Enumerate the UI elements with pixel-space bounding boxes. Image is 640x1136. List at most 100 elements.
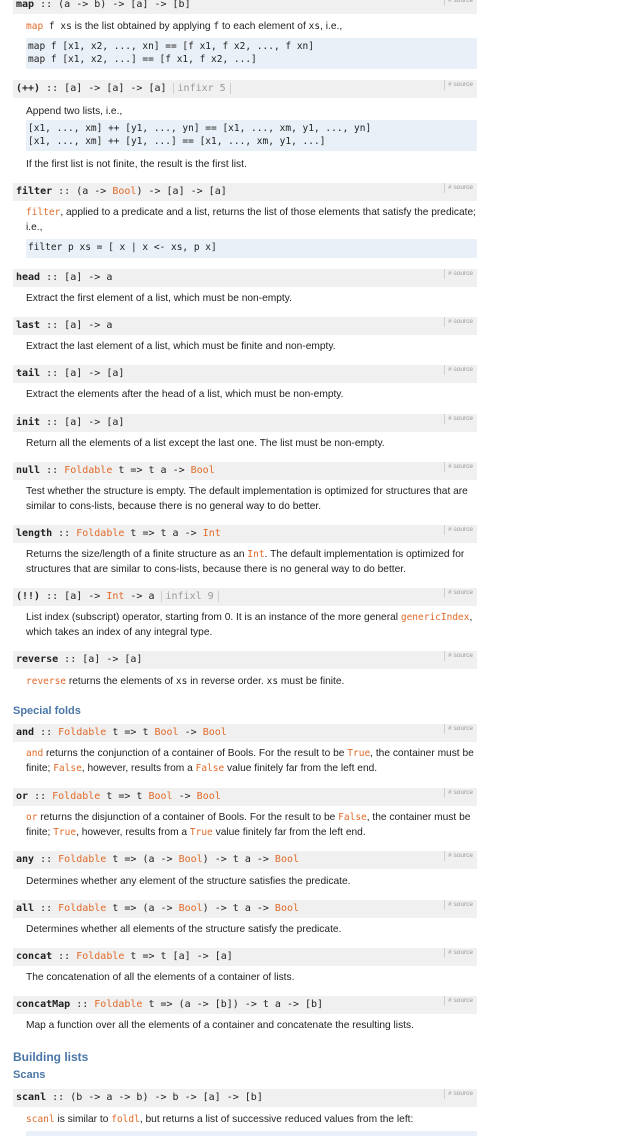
source-link[interactable]: # source xyxy=(444,525,473,535)
last-signature: last :: [a] -> a # source xyxy=(13,317,477,335)
concat-signature: concat :: Foldable t => t [a] -> [a] # so… xyxy=(13,948,477,966)
function-name[interactable]: length xyxy=(16,528,52,539)
and-signature: and :: Foldable t => t Bool -> Bool # sou… xyxy=(13,724,477,742)
or-signature: or :: Foldable t => t Bool -> Bool # sour… xyxy=(13,788,477,806)
function-name[interactable]: scanl xyxy=(16,1092,46,1103)
type-link[interactable]: Bool xyxy=(197,791,221,802)
type-link[interactable]: Foldable xyxy=(58,854,106,865)
int-link[interactable]: Int xyxy=(247,549,264,560)
scanl-signature: scanl :: (b -> a -> b) -> b -> [a] -> [b… xyxy=(13,1089,477,1107)
type-link[interactable]: Bool xyxy=(203,727,227,738)
filter-link[interactable]: filter xyxy=(26,207,60,218)
tail-signature: tail :: [a] -> [a] # source xyxy=(13,365,477,383)
source-link[interactable]: # source xyxy=(444,317,473,327)
function-name[interactable]: filter xyxy=(16,186,52,197)
type-link[interactable]: Foldable xyxy=(58,903,106,914)
function-name[interactable]: (++) xyxy=(16,83,40,94)
source-link[interactable]: # source xyxy=(444,788,473,798)
append-code-example: [x1, ..., xm] ++ [y1, ..., yn] == [x1, .… xyxy=(26,120,477,151)
type-link[interactable]: Bool xyxy=(179,854,203,865)
source-link[interactable]: # source xyxy=(444,651,473,661)
source-link[interactable]: # source xyxy=(444,588,473,598)
function-name[interactable]: and xyxy=(16,727,34,738)
map-code-example: map f [x1, x2, ..., xn] == [f x1, f x2, … xyxy=(26,38,477,69)
any-description: Determines whether any element of the st… xyxy=(26,876,351,887)
section-heading-building-lists: Building lists xyxy=(13,1050,89,1064)
function-name[interactable]: null xyxy=(16,465,40,476)
and-description: and returns the conjunction of a contain… xyxy=(26,748,474,774)
type-link[interactable]: Bool xyxy=(275,903,299,914)
section-heading-special-folds: Special folds xyxy=(13,705,81,717)
scanl-code-example xyxy=(26,1131,477,1136)
type-link[interactable]: Bool xyxy=(191,465,215,476)
source-link[interactable]: # source xyxy=(444,851,473,861)
head-description: Extract the first element of a list, whi… xyxy=(26,293,292,304)
null-description: Test whether the structure is empty. The… xyxy=(26,486,468,512)
length-description: Returns the size/length of a finite stru… xyxy=(26,549,465,575)
section-heading-scans: Scans xyxy=(13,1069,46,1081)
reverse-description: reverse returns the elements of xs in re… xyxy=(26,676,345,687)
filter-signature: filter :: (a -> Bool) -> [a] -> [a] # sou… xyxy=(13,183,477,201)
length-signature: length :: Foldable t => t a -> Int # sour… xyxy=(13,525,477,543)
scanl-link[interactable]: scanl xyxy=(26,1114,55,1125)
genericindex-link[interactable]: genericIndex xyxy=(401,612,470,623)
or-description: or returns the disjunction of a containe… xyxy=(26,812,471,838)
source-link[interactable]: # source xyxy=(444,948,473,958)
concatmap-description: Map a function over all the elements of … xyxy=(26,1020,414,1031)
type-link[interactable]: Bool xyxy=(148,791,172,802)
concat-description: The concatenation of all the elements of… xyxy=(26,972,295,983)
type-link[interactable]: Foldable xyxy=(76,528,124,539)
function-name[interactable]: (!!) xyxy=(16,591,40,602)
fixity-badge: infixl 9 xyxy=(160,591,219,602)
function-name[interactable]: any xyxy=(16,854,34,865)
append-signature: (++) :: [a] -> [a] -> [a] infixr 5 # sourc… xyxy=(13,80,477,98)
source-link[interactable]: # source xyxy=(444,900,473,910)
type-link[interactable]: Int xyxy=(203,528,221,539)
type-link[interactable]: Bool xyxy=(275,854,299,865)
map-link[interactable]: map xyxy=(26,21,43,32)
map-signature: map :: (a -> b) -> [a] -> [b] # source xyxy=(13,0,477,14)
type-link[interactable]: Bool xyxy=(155,727,179,738)
head-signature: head :: [a] -> a # source xyxy=(13,269,477,287)
type-link[interactable]: Bool xyxy=(112,186,136,197)
source-link[interactable]: # source xyxy=(444,996,473,1006)
type-link[interactable]: Foldable xyxy=(58,727,106,738)
filter-code-example: filter p xs = [ x | x <- xs, p x] xyxy=(26,239,477,258)
type-link[interactable]: Foldable xyxy=(94,999,142,1010)
source-link[interactable]: # source xyxy=(444,80,473,90)
function-name[interactable]: map xyxy=(16,0,34,10)
type-link[interactable]: Foldable xyxy=(76,951,124,962)
type-link[interactable]: Bool xyxy=(179,903,203,914)
source-link[interactable]: # source xyxy=(444,1089,473,1099)
function-name[interactable]: concat xyxy=(16,951,52,962)
source-link[interactable]: # source xyxy=(444,365,473,375)
foldl-link[interactable]: foldl xyxy=(111,1114,140,1125)
and-link[interactable]: and xyxy=(26,748,43,759)
function-name[interactable]: head xyxy=(16,272,40,283)
append-note: If the first list is not finite, the res… xyxy=(26,159,247,170)
reverse-link[interactable]: reverse xyxy=(26,676,66,687)
function-name[interactable]: init xyxy=(16,417,40,428)
source-link[interactable]: # source xyxy=(444,724,473,734)
function-name[interactable]: all xyxy=(16,903,34,914)
function-name[interactable]: concatMap xyxy=(16,999,70,1010)
function-name[interactable]: tail xyxy=(16,368,40,379)
index-description: List index (subscript) operator, startin… xyxy=(26,612,473,638)
function-name[interactable]: or xyxy=(16,791,28,802)
or-link[interactable]: or xyxy=(26,812,37,823)
source-link[interactable]: # source xyxy=(444,462,473,472)
function-name[interactable]: reverse xyxy=(16,654,58,665)
source-link[interactable]: # source xyxy=(444,183,473,193)
source-link[interactable]: # source xyxy=(444,0,473,6)
index-signature: (!!) :: [a] -> Int -> a infixl 9 # source xyxy=(13,588,477,606)
source-link[interactable]: # source xyxy=(444,269,473,279)
filter-description: filter, applied to a predicate and a lis… xyxy=(26,207,476,233)
last-description: Extract the last element of a list, whic… xyxy=(26,341,336,352)
append-description: Append two lists, i.e., xyxy=(26,106,123,117)
type-link[interactable]: Foldable xyxy=(64,465,112,476)
type-link[interactable]: Int xyxy=(106,591,124,602)
source-link[interactable]: # source xyxy=(444,414,473,424)
type-link[interactable]: Foldable xyxy=(52,791,100,802)
all-description: Determines whether all elements of the s… xyxy=(26,924,342,935)
function-name[interactable]: last xyxy=(16,320,40,331)
